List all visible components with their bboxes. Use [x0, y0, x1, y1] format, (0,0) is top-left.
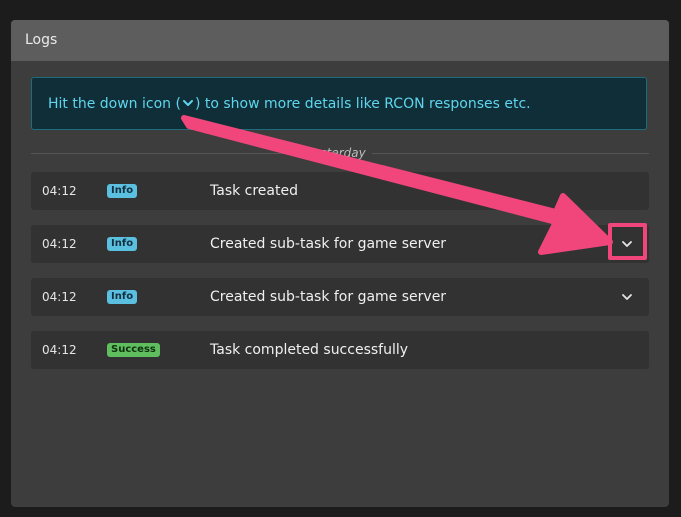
log-message: Created sub-task for game server [210, 236, 447, 252]
log-level-badge: Info [107, 237, 138, 251]
log-row: 04:12 Info Created sub-task for game ser… [31, 225, 649, 263]
expand-details-button[interactable] [608, 284, 646, 310]
log-row: 04:12 Info Task created [31, 172, 649, 210]
date-divider-label: Yesterday [301, 144, 372, 162]
notice-text-before: Hit the down icon ( [48, 96, 181, 112]
log-message: Task completed successfully [210, 342, 409, 358]
log-level-badge: Info [107, 184, 138, 198]
chevron-down-icon [621, 235, 633, 254]
expand-details-button[interactable] [608, 231, 646, 257]
chevron-down-icon [181, 80, 195, 106]
info-notice: Hit the down icon ( ) to show more detail… [31, 77, 647, 130]
log-time: 04:12 [42, 237, 77, 251]
log-level-badge: Success [107, 343, 160, 357]
log-row: 04:12 Info Created sub-task for game ser… [31, 278, 649, 316]
log-level-badge: Info [107, 290, 138, 304]
log-row: 04:12 Success Task completed successfull… [31, 331, 649, 369]
panel-title: Logs [11, 20, 669, 61]
log-message: Task created [210, 183, 298, 199]
log-time: 04:12 [42, 290, 77, 304]
chevron-down-icon [621, 288, 633, 307]
log-time: 04:12 [42, 184, 77, 198]
logs-panel: Logs Hit the down icon ( ) to show more d… [11, 20, 669, 507]
notice-text-after: ) to show more details like RCON respons… [194, 96, 531, 112]
log-time: 04:12 [42, 343, 77, 357]
log-message: Created sub-task for game server [210, 289, 447, 305]
